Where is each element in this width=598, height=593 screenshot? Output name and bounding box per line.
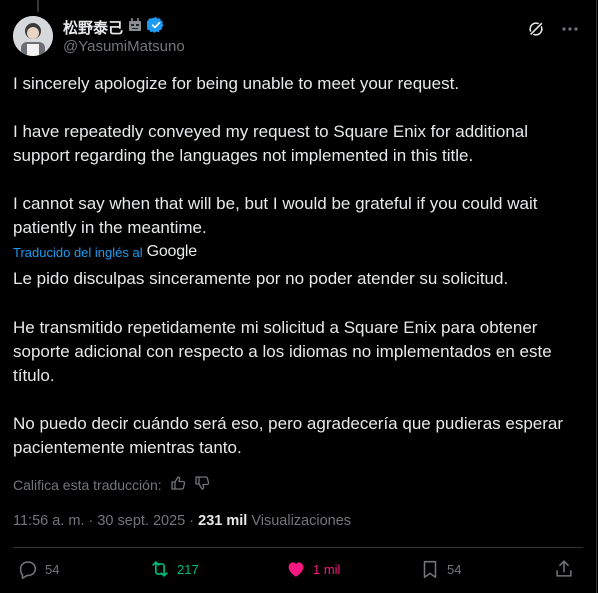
thumbs-down-icon[interactable] — [194, 475, 210, 494]
rate-translation: Califica esta traducción: — [13, 475, 210, 494]
like-heart-icon — [288, 562, 304, 577]
translated-paragraph-2: He transmitido repetidamente mi solicitu… — [13, 318, 552, 385]
meta-separator-2: · — [185, 513, 199, 529]
more-options-icon[interactable] — [561, 20, 579, 43]
translated-paragraph-1: Le pido disculpas sinceramente por no po… — [13, 269, 509, 288]
reply-button[interactable]: 54 — [17, 558, 59, 580]
translated-paragraph-3: No puedo decir cuándo será eso, pero agr… — [13, 414, 564, 457]
thumbs-up-icon[interactable] — [170, 475, 186, 494]
translated-by[interactable]: Traducido del inglés al Google — [13, 243, 197, 261]
timeline-border — [596, 0, 597, 593]
reply-count: 54 — [45, 561, 60, 577]
rate-translation-label: Califica esta traducción: — [13, 476, 162, 493]
share-button[interactable] — [553, 558, 575, 580]
grok-icon[interactable] — [527, 20, 545, 43]
bookmark-button[interactable]: 54 — [419, 558, 461, 580]
bookmark-count: 54 — [447, 561, 462, 577]
thread-connector-line — [37, 0, 39, 12]
repost-button[interactable]: 217 — [149, 558, 199, 580]
post-metadata: 11:56 a. m. · 30 sept. 2025 · 231 mil Vi… — [13, 513, 351, 529]
like-count: 1 mil — [313, 561, 341, 577]
avatar[interactable] — [13, 16, 53, 56]
reply-icon — [19, 561, 37, 579]
translated-label[interactable]: Traducido del inglés al — [13, 245, 143, 260]
views-label: Visualizaciones — [247, 513, 352, 529]
post-time[interactable]: 11:56 a. m. — [13, 513, 84, 529]
original-paragraph-2: I have repeatedly conveyed my request to… — [13, 122, 529, 165]
original-paragraph-1: I sincerely apologize for being unable t… — [13, 74, 460, 93]
verified-badge-icon — [145, 16, 165, 39]
post-date[interactable]: 30 sept. 2025 — [97, 513, 185, 529]
meta-separator: · — [84, 513, 98, 529]
robot-emoji-icon — [127, 17, 143, 38]
divider — [13, 547, 583, 548]
action-bar: 54 217 1 mil 54 — [13, 558, 583, 584]
display-name[interactable]: 松野泰己 — [63, 17, 123, 38]
repost-count: 217 — [177, 561, 199, 577]
original-paragraph-3: I cannot say when that will be, but I wo… — [13, 194, 538, 237]
like-button[interactable]: 1 mil — [285, 558, 340, 580]
repost-icon — [152, 561, 168, 577]
share-icon — [556, 560, 572, 577]
google-logo: Google — [146, 243, 198, 260]
views-count[interactable]: 231 mil — [198, 513, 247, 529]
post-header: 松野泰己 @YasumiMatsuno — [13, 14, 583, 60]
bookmark-icon — [423, 560, 437, 579]
handle[interactable]: @YasumiMatsuno — [63, 38, 185, 55]
